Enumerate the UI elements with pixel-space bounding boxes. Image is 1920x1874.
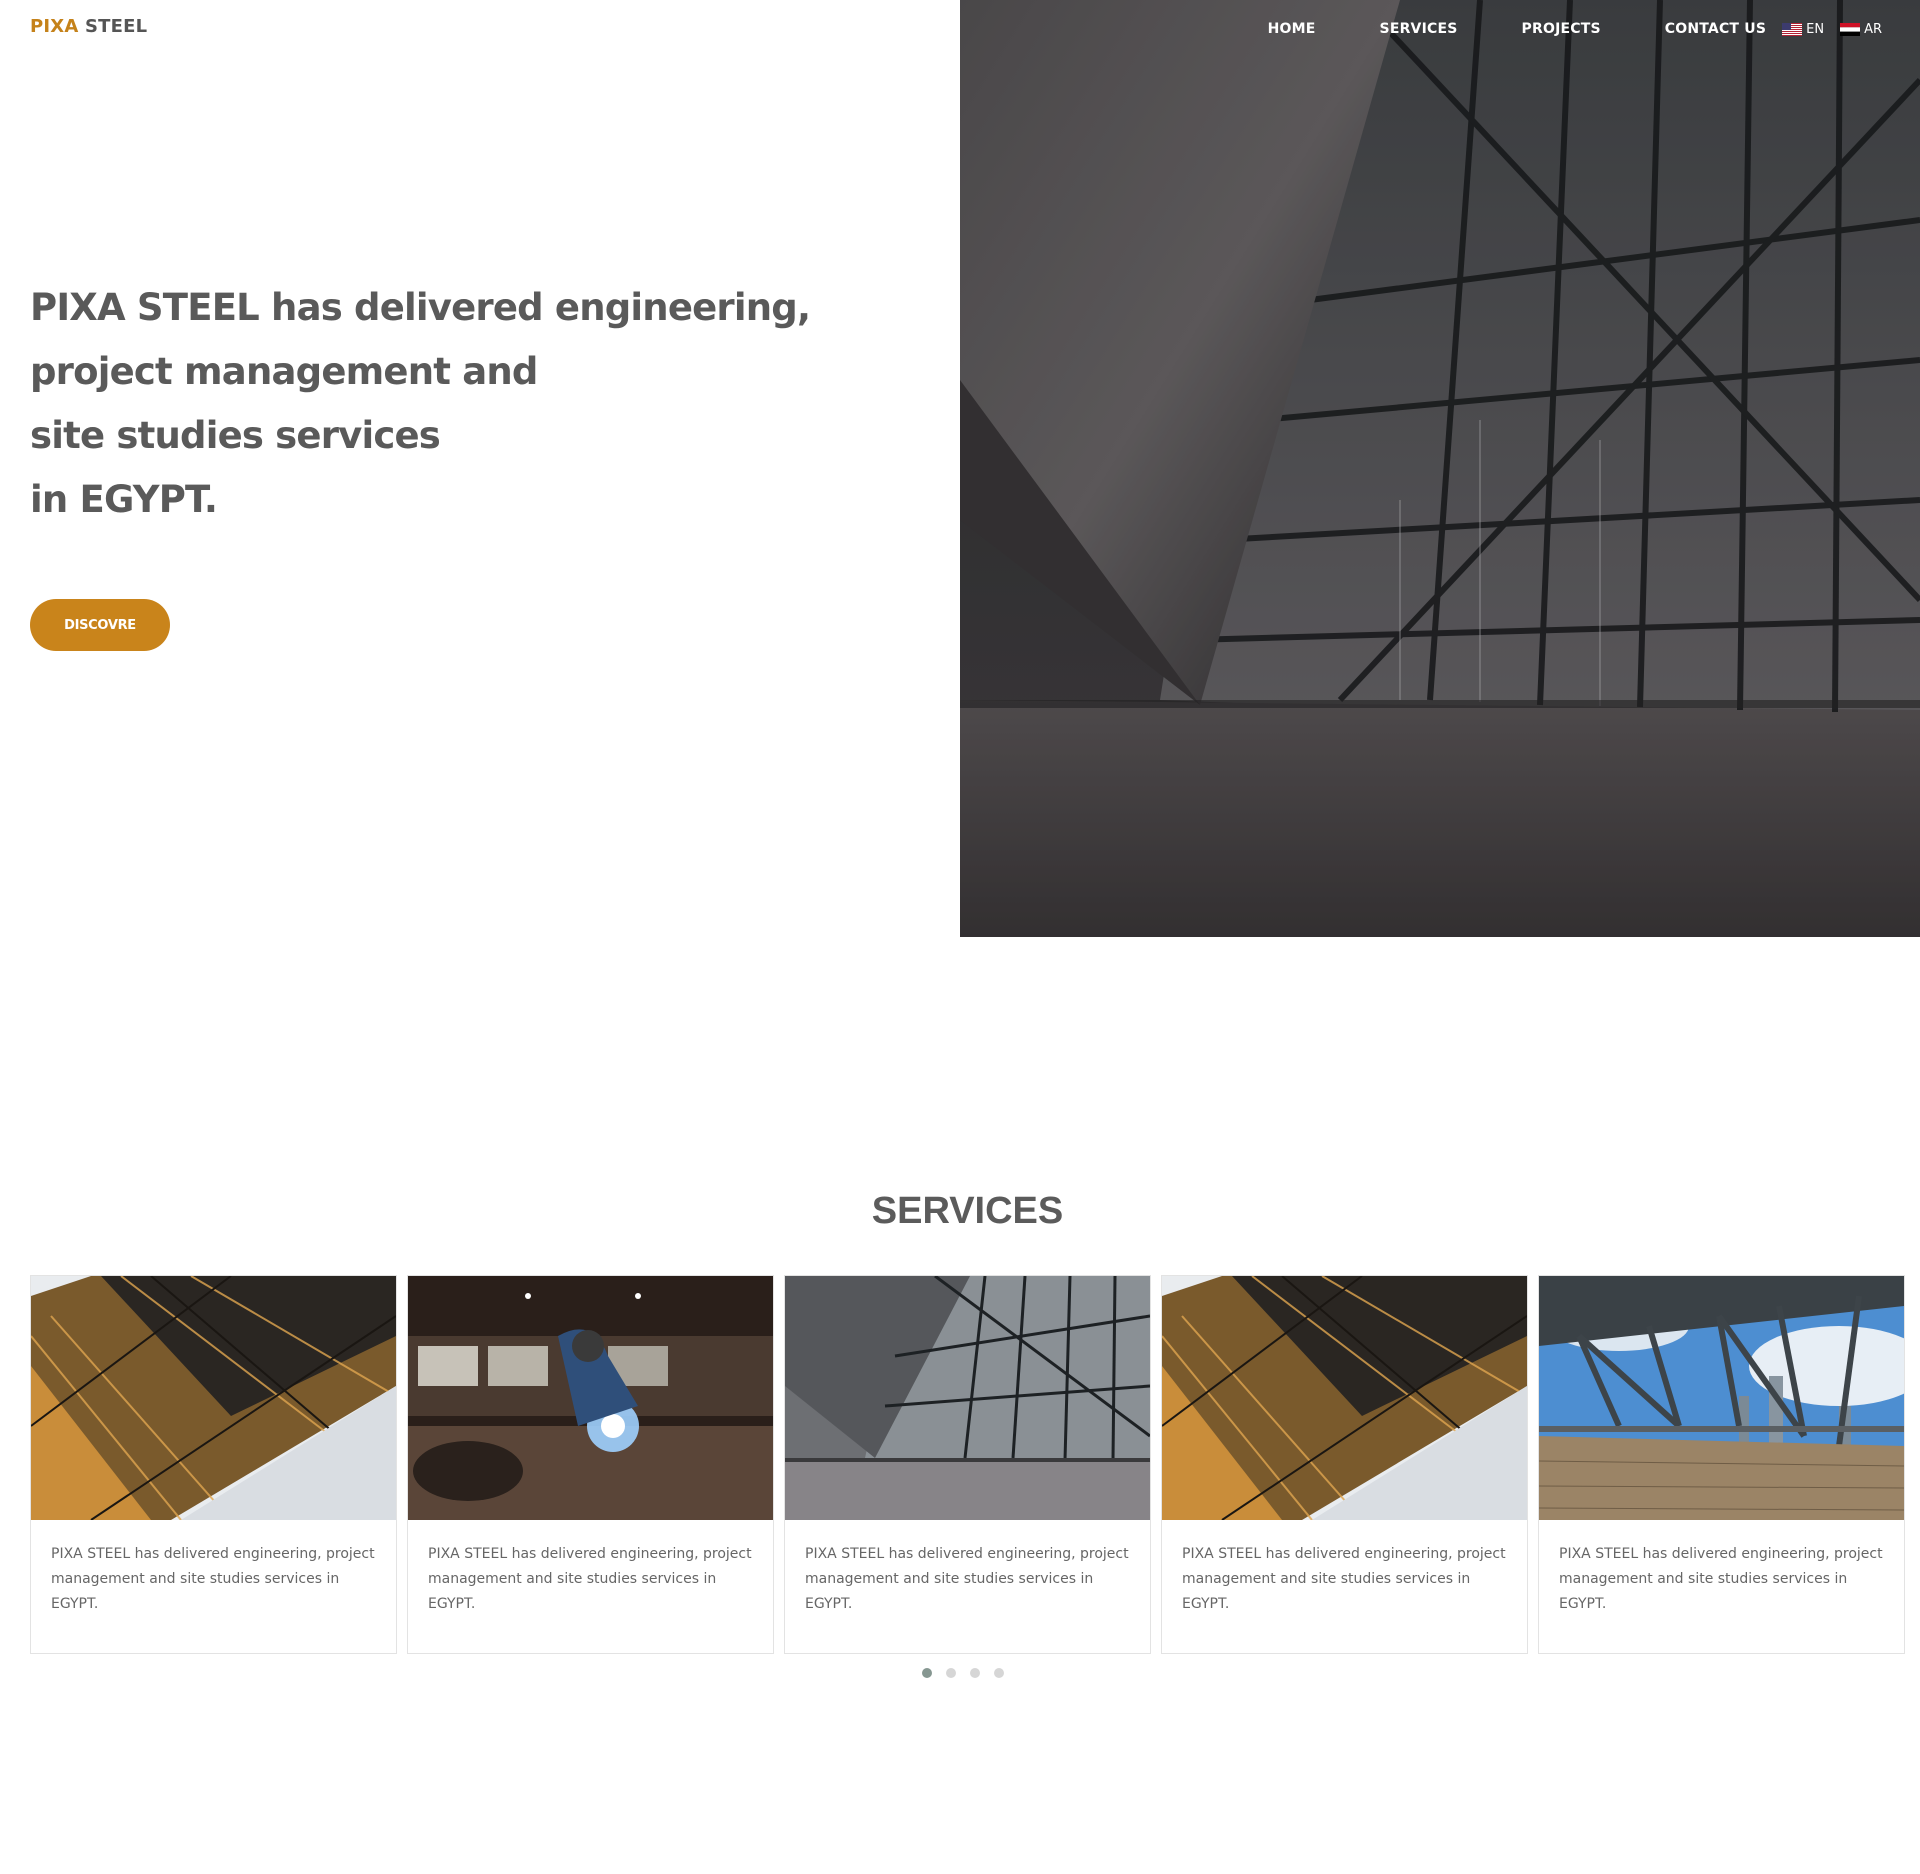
service-card[interactable]: PIXA STEEL has delivered engineering, pr… <box>407 1275 774 1654</box>
hero-line: project management and <box>30 350 538 393</box>
service-card-text: PIXA STEEL has delivered engineering, pr… <box>1559 1546 1883 1612</box>
hero-image <box>960 0 1920 937</box>
carousel-dots <box>922 1668 1018 1678</box>
service-card-text: PIXA STEEL has delivered engineering, pr… <box>1182 1546 1506 1612</box>
language-ar-label: AR <box>1864 21 1882 37</box>
service-card[interactable]: PIXA STEEL has delivered engineering, pr… <box>1538 1275 1905 1654</box>
services-carousel: PIXA STEEL has delivered engineering, pr… <box>30 1275 1906 1655</box>
hero-line: PIXA STEEL has delivered engineering, <box>30 286 811 329</box>
hero-headline: PIXA STEEL has delivered engineering, pr… <box>30 276 830 532</box>
logo-brand-part: PIXA <box>30 16 79 37</box>
hero-line: in EGYPT. <box>30 478 218 521</box>
service-card-text: PIXA STEEL has delivered engineering, pr… <box>51 1546 375 1612</box>
steel-bridge-photo <box>1539 1276 1904 1520</box>
steel-glass-building-photo <box>785 1276 1150 1520</box>
hero-line: site studies services <box>30 414 441 457</box>
service-card[interactable]: PIXA STEEL has delivered engineering, pr… <box>30 1275 397 1654</box>
discover-button[interactable]: DISCOVRE <box>30 599 170 651</box>
service-card-text: PIXA STEEL has delivered engineering, pr… <box>805 1546 1129 1612</box>
carousel-dot-1[interactable] <box>922 1668 932 1678</box>
nav-contact-us[interactable]: CONTACT US <box>1665 21 1766 37</box>
nav-projects[interactable]: PROJECTS <box>1522 21 1601 37</box>
welder-workshop-photo <box>408 1276 773 1520</box>
logo-brand-part-2: STEEL <box>78 16 148 37</box>
language-en[interactable]: EN <box>1782 22 1824 37</box>
main-nav: HOME SERVICES PROJECTS CONTACT US EN AR <box>960 18 1920 40</box>
language-ar[interactable]: AR <box>1840 22 1882 37</box>
glass-skyscrapers-photo <box>31 1276 396 1520</box>
carousel-dot-2[interactable] <box>946 1668 956 1678</box>
nav-home[interactable]: HOME <box>1268 21 1316 37</box>
nav-services[interactable]: SERVICES <box>1380 21 1458 37</box>
service-card[interactable]: PIXA STEEL has delivered engineering, pr… <box>1161 1275 1528 1654</box>
glass-skyscrapers-photo <box>1162 1276 1527 1520</box>
page: PIXA STEEL HOME SERVICES PROJECTS CONTAC… <box>0 0 1920 1874</box>
language-en-label: EN <box>1806 21 1825 37</box>
logo[interactable]: PIXA STEEL <box>30 16 147 37</box>
service-card[interactable]: PIXA STEEL has delivered engineering, pr… <box>784 1275 1151 1654</box>
egypt-flag-icon <box>1840 22 1861 36</box>
us-flag-icon <box>1782 22 1803 36</box>
service-card-text: PIXA STEEL has delivered engineering, pr… <box>428 1546 752 1612</box>
services-title: SERVICES <box>871 1190 1064 1232</box>
carousel-dot-4[interactable] <box>994 1668 1004 1678</box>
carousel-dot-3[interactable] <box>970 1668 980 1678</box>
